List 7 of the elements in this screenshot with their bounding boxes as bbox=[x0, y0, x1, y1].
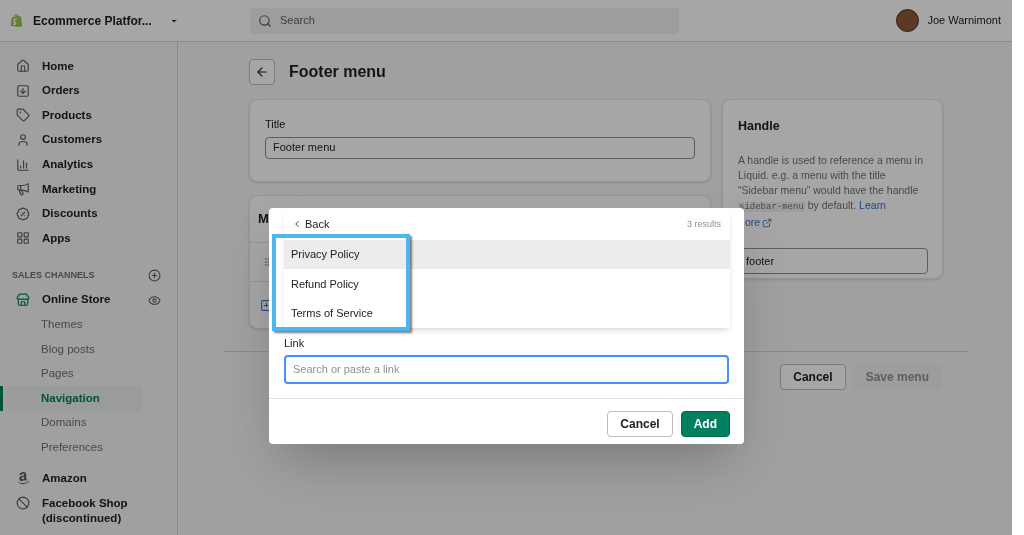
page-title: Footer menu bbox=[289, 62, 386, 82]
section-heading: SALES CHANNELS bbox=[12, 269, 95, 282]
results-count: 3 results bbox=[687, 217, 721, 231]
card-title: M bbox=[258, 210, 269, 229]
field-label: Link bbox=[284, 336, 306, 351]
card-title: Handle bbox=[738, 118, 781, 135]
field-label: Title bbox=[265, 117, 287, 132]
